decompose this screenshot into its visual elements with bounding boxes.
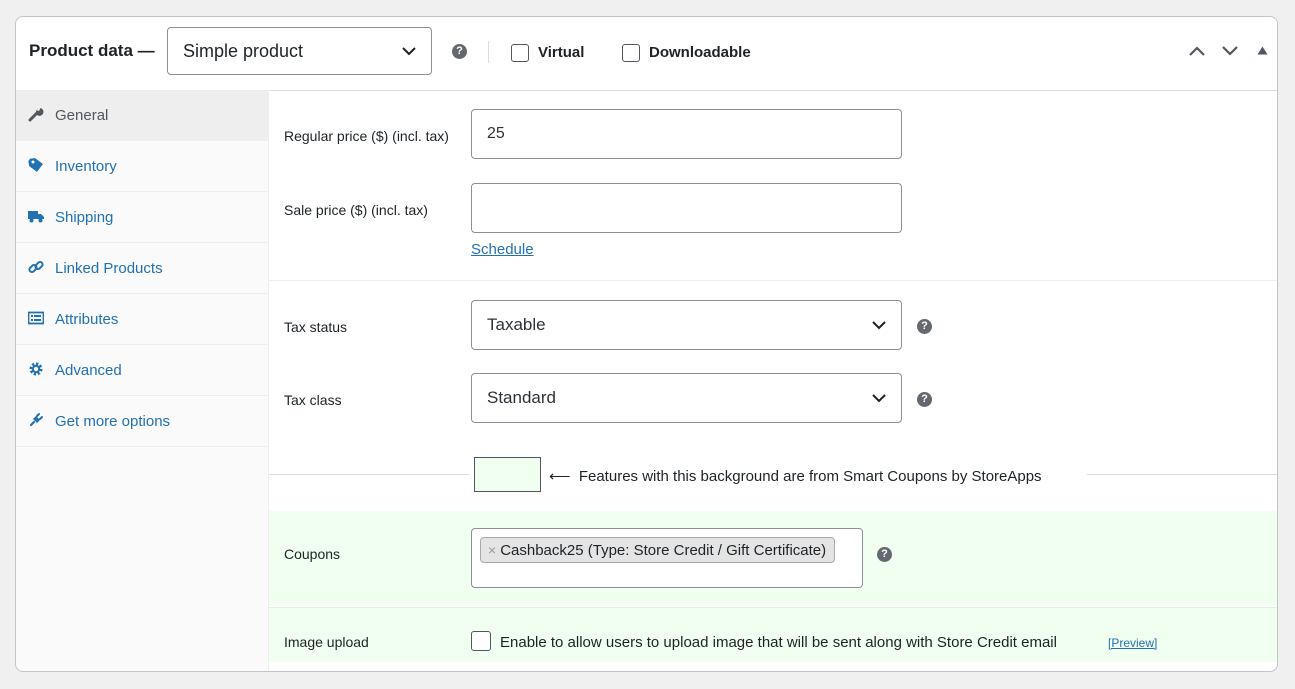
tax-class-label: Tax class	[284, 392, 342, 408]
tab-label: Shipping	[55, 209, 114, 226]
product-data-header: Product data — Simple product ? Virtual …	[16, 17, 1277, 91]
smart-coupons-note: ⟵ Features with this background are from…	[549, 468, 1042, 485]
chevron-down-icon	[872, 394, 886, 403]
list-icon	[28, 311, 44, 325]
legend-rule-right	[1087, 474, 1277, 475]
tax-class-help-icon[interactable]: ?	[917, 392, 932, 407]
move-up-icon[interactable]	[1188, 44, 1206, 58]
tab-label: General	[55, 107, 109, 124]
regular-price-input[interactable]: 25	[471, 109, 902, 159]
regular-price-value: 25	[487, 125, 505, 142]
coupons-multiselect[interactable]: × Cashback25 (Type: Store Credit / Gift C…	[471, 528, 863, 588]
coupons-row: Coupons × Cashback25 (Type: Store Credit …	[269, 511, 1277, 606]
virtual-checkbox[interactable]	[511, 44, 529, 62]
section-divider	[269, 280, 1277, 281]
tax-status-label: Tax status	[284, 319, 348, 335]
tab-attributes[interactable]: Attributes	[16, 294, 268, 345]
product-data-tabs: General Inventory Shipping Linked Produc…	[16, 90, 269, 671]
move-down-icon[interactable]	[1221, 44, 1239, 58]
tab-linked-products[interactable]: Linked Products	[16, 243, 268, 294]
tab-shipping[interactable]: Shipping	[16, 192, 268, 243]
image-upload-row: Image upload Enable to allow users to up…	[269, 608, 1277, 662]
preview-link[interactable]: [Preview]	[1108, 636, 1157, 650]
image-upload-description: Enable to allow users to upload image th…	[500, 634, 1057, 651]
legend-rule-left	[269, 474, 469, 475]
tab-get-more-options[interactable]: Get more options	[16, 396, 268, 447]
chevron-down-icon	[402, 47, 416, 56]
tag-icon	[28, 158, 43, 172]
image-upload-checkbox[interactable]	[471, 631, 491, 651]
tab-general[interactable]: General	[16, 90, 268, 141]
tax-class-select[interactable]: Standard	[471, 373, 902, 423]
remove-coupon-icon[interactable]: ×	[488, 542, 496, 558]
header-divider	[488, 41, 489, 63]
tab-label: Linked Products	[55, 260, 163, 277]
wrench-icon	[28, 108, 44, 122]
tab-label: Inventory	[55, 158, 117, 175]
tab-inventory[interactable]: Inventory	[16, 141, 268, 192]
coupons-help-icon[interactable]: ?	[877, 547, 892, 562]
tab-label: Advanced	[55, 362, 122, 379]
product-data-title: Product data —	[29, 41, 155, 60]
tab-advanced[interactable]: Advanced	[16, 345, 268, 396]
tax-status-select[interactable]: Taxable	[471, 300, 902, 350]
coupon-chip-label: Cashback25 (Type: Store Credit / Gift Ce…	[500, 542, 827, 559]
sale-price-label: Sale price ($) (incl. tax)	[284, 202, 428, 218]
regular-price-label: Regular price ($) (incl. tax)	[284, 128, 449, 144]
smart-coupons-swatch	[474, 457, 541, 492]
product-data-panel: Product data — Simple product ? Virtual …	[15, 16, 1278, 672]
image-upload-label: Image upload	[284, 634, 369, 650]
coupon-chip: × Cashback25 (Type: Store Credit / Gift C…	[480, 537, 836, 563]
sale-price-input[interactable]	[471, 183, 902, 233]
downloadable-label[interactable]: Downloadable	[649, 44, 751, 61]
general-options-panel: Regular price ($) (incl. tax) 25 Sale pr…	[269, 90, 1277, 671]
product-type-value: Simple product	[183, 41, 304, 61]
tab-label: Get more options	[55, 413, 171, 430]
chevron-down-icon	[872, 321, 886, 330]
tax-status-help-icon[interactable]: ?	[917, 319, 932, 334]
coupons-label: Coupons	[284, 546, 341, 562]
plug-icon	[29, 413, 43, 427]
collapse-toggle-icon[interactable]	[1257, 46, 1268, 55]
product-type-help-icon[interactable]: ?	[452, 44, 467, 59]
truck-icon	[28, 211, 44, 223]
tax-status-value: Taxable	[487, 315, 546, 334]
schedule-link[interactable]: Schedule	[471, 241, 534, 258]
gear-icon	[29, 362, 43, 376]
tab-label: Attributes	[55, 311, 119, 328]
link-icon	[28, 260, 44, 274]
tax-class-value: Standard	[487, 388, 556, 407]
downloadable-checkbox[interactable]	[622, 44, 640, 62]
product-type-select[interactable]: Simple product	[167, 27, 432, 75]
virtual-label[interactable]: Virtual	[538, 44, 584, 61]
